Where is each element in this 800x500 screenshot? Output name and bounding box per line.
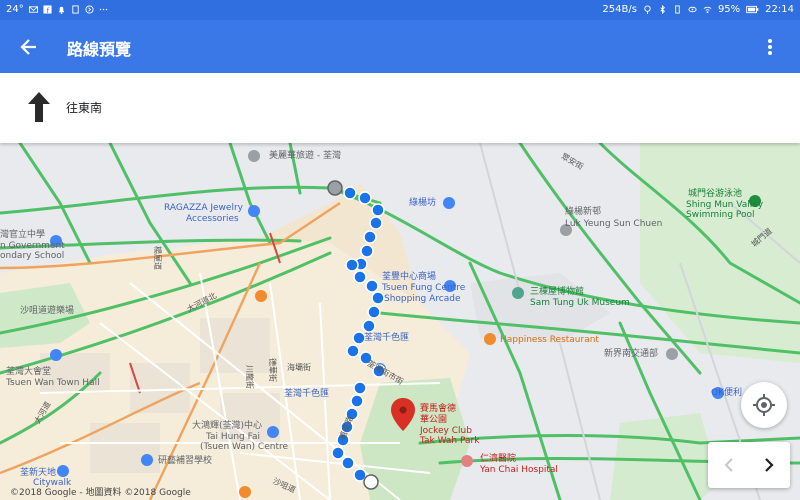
- label-jockey-zh-2: 華公園: [420, 415, 448, 425]
- direction-text: 往東南: [66, 101, 103, 115]
- chevron-circle-icon: [85, 5, 94, 14]
- vibrate-icon: [675, 5, 680, 14]
- label-luyang-fang: 綠楊坊: [409, 198, 437, 208]
- label-tai-hung-fai-en-1: Tai Hung Fai: [206, 432, 260, 442]
- label-luyang-new-en: Luk Yeung Sun Chuen: [565, 219, 663, 229]
- app-bar: 路線預覽: [0, 20, 800, 73]
- label-road-hoi-pa: 海壩街: [287, 363, 311, 372]
- mail-icon: [28, 6, 38, 13]
- label-tai-hung-fai-en-2: (Tsuen Wan) Centre: [200, 442, 289, 452]
- facebook-icon: f: [43, 5, 52, 14]
- battery-icon: [746, 5, 759, 14]
- label-sam-tung-uk-zh: 三棟屋博物館: [530, 287, 585, 297]
- label-shing-mun-2: Swimming Pool: [686, 210, 755, 220]
- label-shing-mun-1: Shing Mun Valley: [686, 200, 764, 210]
- label-road-tak-wah: 德華街: [268, 358, 277, 382]
- sim-icon: [72, 5, 79, 14]
- more-vert-icon[interactable]: [760, 37, 780, 57]
- label-town-hall-zh: 荃灣大會堂: [6, 367, 52, 377]
- wifi-icon: [703, 6, 712, 14]
- label-luyang-new: 綠楊新邨: [565, 207, 602, 217]
- label-city-gate-pool: 城門谷游泳池: [688, 189, 743, 199]
- label-sha-tsui-playground: 沙咀道遊樂場: [20, 306, 75, 316]
- label-jockey-zh-1: 賽馬會德: [420, 404, 457, 414]
- label-ragazza-1: RAGAZZA Jewelry: [164, 203, 243, 213]
- status-bar: 24° f 254B/s 95% 22:14: [0, 0, 800, 20]
- direction-panel[interactable]: 往東南: [0, 73, 800, 143]
- page-title: 路線預覽: [67, 40, 132, 59]
- arrow-up-icon: [28, 92, 50, 122]
- label-road-yeung-uk: 楊屋道: [153, 246, 162, 270]
- my-location-icon: [753, 394, 775, 416]
- clock-text: 22:14: [765, 4, 794, 15]
- label-happiness: Happiness Restaurant: [500, 335, 599, 345]
- label-jockey-en-2: Tak Wah Park: [420, 436, 480, 446]
- my-location-button[interactable]: [741, 382, 787, 428]
- temperature-text: 24°: [6, 4, 24, 15]
- label-chin-sik-1: 荃灣千色匯: [364, 333, 410, 343]
- location-icon: [644, 5, 651, 14]
- battery-percent-text: 95%: [717, 4, 741, 15]
- map-base[interactable]: [0, 143, 800, 500]
- label-ragazza-2: Accessories: [186, 214, 239, 224]
- label-road-chuen-lung: 川龍街: [245, 365, 254, 389]
- label-meilihua: 美麗華旅遊 - 荃灣: [269, 151, 341, 161]
- more-dots-icon: [99, 8, 107, 11]
- next-step-button[interactable]: [749, 442, 790, 488]
- arrow-back-icon[interactable]: [19, 37, 39, 57]
- label-yan-chai-zh: 仁濟醫院: [480, 454, 517, 464]
- label-jockey-en-1: Jockey Club: [420, 426, 472, 436]
- label-sam-tung-uk-en: Sam Tung Uk Museum: [530, 298, 630, 308]
- previous-step-button[interactable]: [708, 442, 749, 488]
- label-tsuen-fung-en-2: Shopping Arcade: [384, 294, 461, 304]
- label-gov-school-2: n Government: [0, 241, 65, 251]
- label-tsuen-fung-en-1: Tsuen Fung Centre: [382, 283, 466, 293]
- label-ok-store: OK便利: [711, 388, 742, 398]
- bell-icon: [58, 6, 64, 14]
- label-chin-sik-2: 荃灣千色匯: [284, 389, 330, 399]
- label-gov-school-1: 灣官立中學: [0, 230, 46, 240]
- label-tai-hung-fai-zh: 大鴻輝(荃灣)中心: [192, 421, 263, 431]
- label-yan-chai-en: Yan Chai Hospital: [480, 465, 558, 475]
- step-navigation: [708, 442, 790, 488]
- chevron-right-icon: [765, 458, 774, 472]
- label-research-school: 研藝補習學校: [158, 456, 213, 466]
- eye-icon: [688, 6, 697, 13]
- label-mtr-interchange: 新界南交通部: [604, 349, 659, 359]
- label-tsuen-fung-zh: 荃豐中心商場: [382, 272, 437, 282]
- map-copyright: ©2018 Google - 地圖資料 ©2018 Google: [10, 488, 191, 498]
- chevron-left-icon: [724, 458, 733, 472]
- label-town-hall-en: Tsuen Wan Town Hall: [6, 378, 100, 388]
- map-view[interactable]: 美麗華旅遊 - 荃灣 RAGAZZA Jewelry Accessories 綠…: [0, 143, 800, 500]
- network-speed-text: 254B/s: [602, 4, 637, 15]
- label-citywalk-zh: 荃新天地: [20, 468, 57, 478]
- bluetooth-icon: [660, 5, 665, 14]
- label-gov-school-3: ondary School: [0, 251, 65, 261]
